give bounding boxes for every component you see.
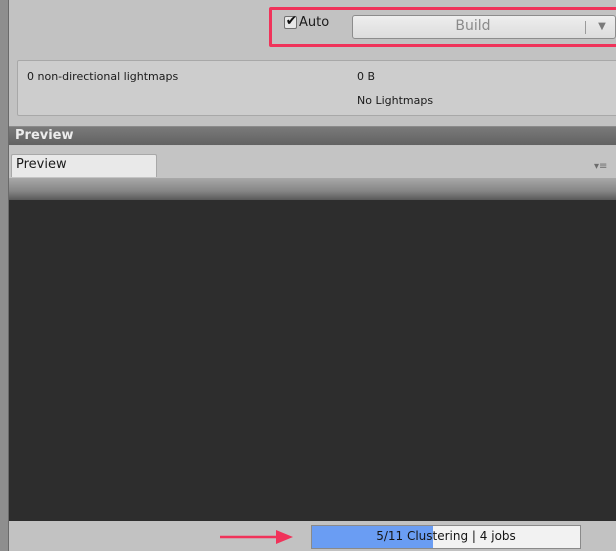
preview-viewport[interactable] (9, 200, 616, 521)
tab-preview[interactable]: Preview (11, 154, 157, 177)
lightmaps-info-panel: 0 non-directional lightmaps 0 B No Light… (17, 60, 616, 116)
arrow-right-icon (220, 530, 293, 544)
highlight-box (269, 7, 616, 47)
progress-label: 5/11 Clustering | 4 jobs (376, 529, 516, 543)
progress-bar[interactable]: 5/11 Clustering | 4 jobs (311, 525, 581, 549)
preview-tab-bar: Preview ▾≡ (9, 146, 616, 178)
preview-header-title: Preview (15, 128, 74, 143)
lightmaps-size: 0 B (357, 70, 376, 83)
menu-icon[interactable]: ▾≡ (594, 161, 607, 172)
tab-preview-label: Preview (16, 157, 67, 172)
preview-section-header[interactable]: Preview (9, 126, 616, 145)
lightmaps-count: 0 non-directional lightmaps (27, 70, 179, 83)
preview-toolbar (9, 178, 616, 200)
lightmaps-status: No Lightmaps (357, 94, 434, 107)
